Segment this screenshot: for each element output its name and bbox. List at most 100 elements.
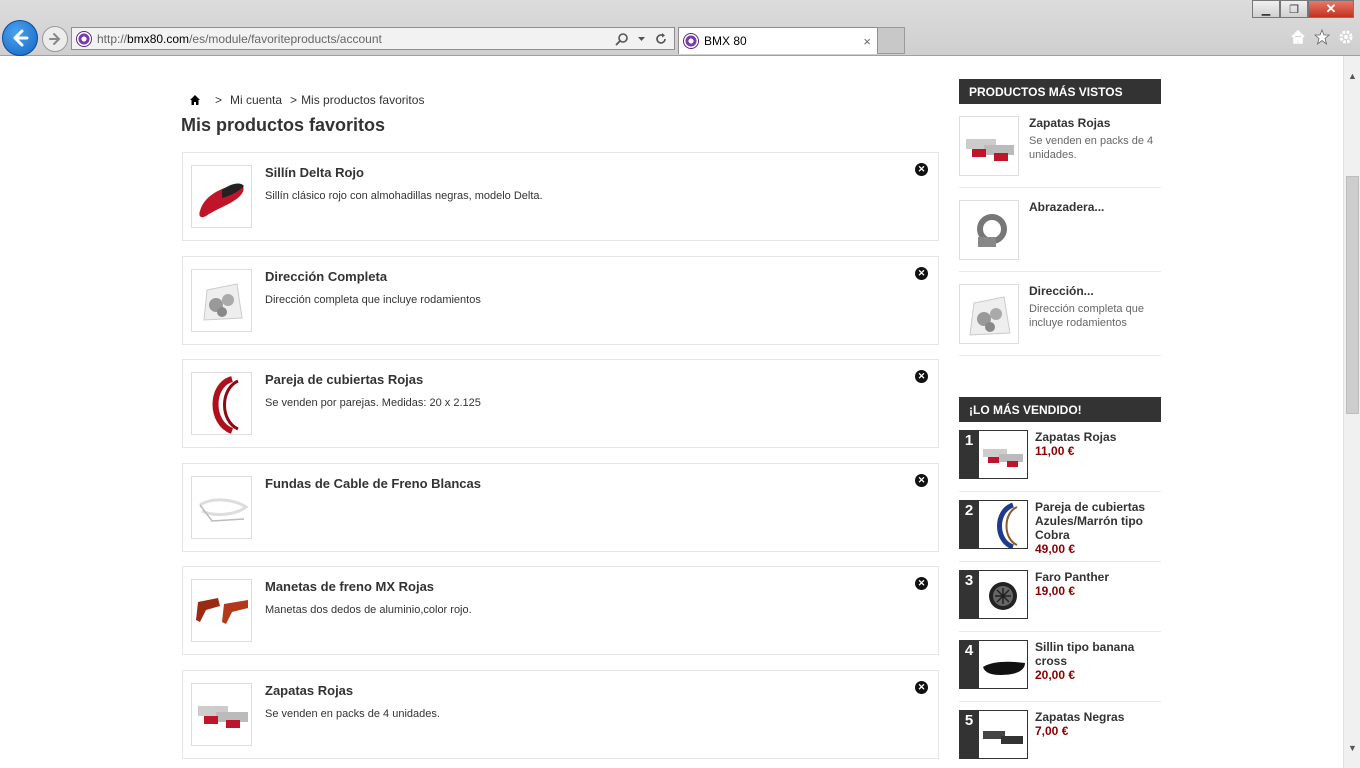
product-thumbnail[interactable]	[978, 500, 1028, 549]
vertical-scrollbar[interactable]: ▲ ▼	[1343, 56, 1360, 768]
remove-favorite-button[interactable]: ✕	[915, 680, 928, 694]
best-seller-info: Sillin tipo banana cross 20,00 €	[1035, 640, 1159, 682]
favorite-title[interactable]: Zapatas Rojas	[265, 683, 353, 698]
favorite-item: Manetas de freno MX Rojas Manetas dos de…	[182, 566, 939, 655]
product-thumbnail[interactable]	[978, 570, 1028, 619]
remove-favorite-button[interactable]: ✕	[915, 163, 928, 176]
search-icon[interactable]	[615, 32, 629, 46]
remove-favorite-button[interactable]: ✕	[915, 266, 928, 280]
product-thumbnail[interactable]	[978, 640, 1028, 689]
browser-tab[interactable]: BMX 80 ×	[678, 27, 878, 54]
back-button[interactable]	[2, 20, 38, 56]
favorite-description: Dirección completa que incluye rodamient…	[265, 293, 481, 306]
brake-pads-image-icon	[198, 705, 248, 728]
headlight-image-icon	[989, 582, 1017, 610]
restore-button[interactable]: ❐	[1280, 0, 1308, 18]
cable-image-icon	[199, 498, 249, 522]
home-icon[interactable]	[1290, 29, 1306, 45]
forward-button[interactable]	[42, 26, 68, 52]
best-seller-price: 19,00 €	[1035, 584, 1076, 598]
favorites-star-icon[interactable]	[1314, 29, 1330, 45]
gear-icon[interactable]	[1338, 29, 1354, 45]
close-window-button[interactable]: ✕	[1308, 0, 1354, 18]
headset-image-icon	[203, 282, 243, 321]
breadcrumb-separator: >	[290, 93, 298, 107]
headset-image-icon	[969, 296, 1011, 336]
new-tab-button[interactable]	[878, 27, 905, 54]
viewed-description: Se venden en packs de 4 unidades.	[1029, 135, 1154, 161]
viewed-description: Dirección completa que incluye rodamient…	[1029, 303, 1144, 329]
product-thumbnail[interactable]	[191, 682, 252, 746]
breadcrumb-my-account[interactable]: Mi cuenta	[230, 93, 282, 107]
favorite-description: Manetas dos dedos de aluminio,color rojo…	[265, 604, 472, 616]
tab-close-button[interactable]: ×	[863, 34, 877, 49]
best-seller-info: Faro Panther 19,00 €	[1035, 570, 1159, 598]
favorite-item: Fundas de Cable de Freno Blancas ✕	[182, 462, 939, 552]
scroll-up-arrow-icon[interactable]: ▲	[1344, 68, 1360, 84]
favorite-description: Se venden por parejas. Medidas: 20 x 2.1…	[265, 397, 481, 409]
best-seller-title[interactable]: Zapatas Rojas	[1035, 430, 1116, 444]
favorite-item: Pareja de cubiertas Rojas Se venden por …	[182, 359, 939, 448]
page-content: > Mi cuenta > Mis productos favoritos Mi…	[0, 56, 1343, 768]
browser-chrome: http://bmx80.com/es/module/favoriteprodu…	[0, 0, 1360, 56]
favorite-title[interactable]: Pareja de cubiertas Rojas	[265, 372, 423, 387]
best-seller-item: 3 Faro Panther 19,00 €	[959, 562, 1161, 632]
url-prefix: http://	[97, 31, 128, 46]
breadcrumb-separator: >	[215, 93, 223, 107]
most-viewed-heading: PRODUCTOS MÁS VISTOS	[959, 79, 1161, 104]
tires-image-icon	[997, 502, 1018, 548]
rank-badge: 4	[959, 640, 979, 689]
page-title: Mis productos favoritos	[181, 115, 386, 135]
product-thumbnail[interactable]	[959, 284, 1019, 344]
product-thumbnail[interactable]	[191, 475, 252, 539]
best-seller-info: Zapatas Negras 7,00 €	[1035, 710, 1159, 738]
clamp-image-icon	[977, 214, 1007, 247]
best-sellers-block: ¡LO MÁS VENDIDO! 1 Zapatas Rojas 11,00 € …	[959, 397, 1161, 768]
viewed-title[interactable]: Abrazadera...	[1029, 200, 1104, 214]
product-thumbnail[interactable]	[959, 116, 1019, 176]
product-thumbnail[interactable]	[191, 268, 252, 332]
product-thumbnail[interactable]	[191, 372, 252, 435]
url-text[interactable]: http://bmx80.com/es/module/favoriteprodu…	[97, 32, 615, 46]
home-icon[interactable]	[189, 94, 201, 106]
best-seller-price: 49,00 €	[1035, 542, 1076, 556]
favorite-title[interactable]: Dirección Completa	[265, 269, 387, 284]
best-seller-title[interactable]: Zapatas Negras	[1035, 710, 1124, 724]
saddle-image-icon	[199, 183, 244, 218]
tires-image-icon	[212, 376, 239, 434]
viewed-title[interactable]: Dirección...	[1029, 284, 1094, 298]
best-seller-title[interactable]: Pareja de cubiertas Azules/Marrón tipo C…	[1035, 500, 1145, 542]
best-seller-title[interactable]: Sillin tipo banana cross	[1035, 640, 1134, 668]
window-controls: ▁ ❐ ✕	[1252, 0, 1354, 18]
favorite-description: Se venden en packs de 4 unidades.	[265, 707, 440, 720]
favorite-title[interactable]: Fundas de Cable de Freno Blancas	[265, 476, 481, 491]
product-thumbnail[interactable]	[959, 200, 1019, 260]
product-thumbnail[interactable]	[191, 579, 252, 642]
best-seller-info: Zapatas Rojas 11,00 €	[1035, 430, 1159, 458]
viewed-title[interactable]: Zapatas Rojas	[1029, 116, 1110, 130]
dropdown-arrow-icon[interactable]	[637, 34, 646, 43]
product-thumbnail[interactable]	[191, 165, 252, 228]
remove-favorite-button[interactable]: ✕	[915, 473, 928, 487]
favorite-title[interactable]: Manetas de freno MX Rojas	[265, 579, 434, 594]
address-bar[interactable]: http://bmx80.com/es/module/favoriteprodu…	[71, 27, 675, 50]
favorite-description: Sillín clásico rojo con almohadillas neg…	[265, 190, 543, 202]
remove-favorite-button[interactable]: ✕	[915, 577, 928, 590]
product-thumbnail[interactable]	[978, 430, 1028, 479]
best-seller-price: 20,00 €	[1035, 668, 1076, 682]
brake-pads-image-icon	[983, 449, 1023, 467]
best-seller-title[interactable]: Faro Panther	[1035, 570, 1109, 584]
best-seller-item: 4 Sillin tipo banana cross 20,00 €	[959, 632, 1161, 702]
brake-pads-image-icon	[983, 731, 1023, 744]
product-thumbnail[interactable]	[978, 710, 1028, 759]
arrow-left-icon	[13, 29, 29, 47]
arrow-right-icon	[49, 33, 61, 45]
saddle-image-icon	[983, 661, 1025, 675]
scroll-down-arrow-icon[interactable]: ▼	[1344, 740, 1360, 756]
scrollbar-thumb[interactable]	[1346, 176, 1359, 414]
favorite-title[interactable]: Sillín Delta Rojo	[265, 165, 364, 180]
refresh-icon[interactable]	[654, 32, 668, 46]
remove-favorite-button[interactable]: ✕	[915, 370, 928, 383]
best-seller-item: 2 Pareja de cubiertas Azules/Marrón tipo…	[959, 492, 1161, 562]
minimize-button[interactable]: ▁	[1252, 0, 1280, 18]
